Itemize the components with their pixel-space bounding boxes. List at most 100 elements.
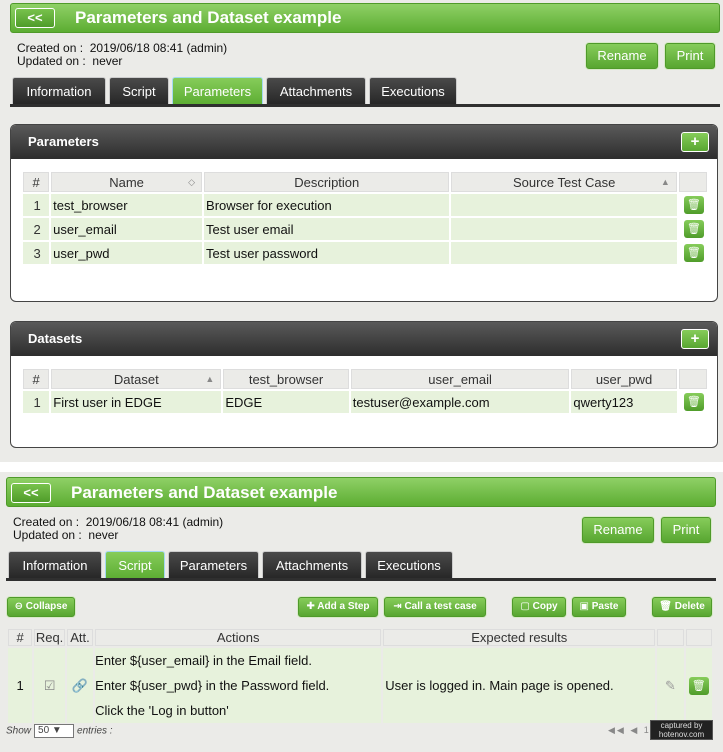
param-name[interactable]: test_browser — [51, 194, 203, 216]
delete-icon[interactable]: 🗑 — [688, 676, 709, 695]
step-actions[interactable]: Enter ${user_email} in the Email field. … — [95, 648, 382, 723]
datasets-table: # Dataset ▲ test_browser user_email user_… — [21, 367, 709, 415]
dataset-user-pwd[interactable]: qwerty123 — [571, 391, 677, 413]
param-description[interactable]: Browser for execution — [204, 194, 450, 216]
add-dataset-button[interactable]: + — [681, 329, 709, 349]
updated-label: Updated on : — [17, 54, 86, 68]
param-description[interactable]: Test user password — [204, 242, 450, 264]
back-button[interactable]: << — [11, 483, 51, 503]
edit-icon[interactable]: ✎ — [657, 648, 684, 723]
col-actions: Actions — [95, 629, 382, 646]
tab-information[interactable]: Information — [8, 551, 102, 579]
delete-label: Delete — [674, 601, 705, 612]
add-parameter-button[interactable]: + — [681, 132, 709, 152]
param-name[interactable]: user_email — [51, 218, 203, 240]
updated-info: Updated on : never — [13, 529, 118, 542]
pagination[interactable]: ◀◀ ◀ 1 — [608, 725, 651, 736]
table-row[interactable]: 3 user_pwd Test user password 🗑 — [23, 242, 707, 264]
table-row[interactable]: 1 First user in EDGE EDGE testuser@examp… — [23, 391, 707, 413]
print-button[interactable]: Print — [661, 517, 711, 543]
call-test-case-button[interactable]: ⇥ Call a test case — [384, 597, 486, 617]
paste-button[interactable]: ▣ Paste — [572, 597, 626, 617]
col-name[interactable]: Name ◇ — [51, 172, 203, 192]
page-title: Parameters and Dataset example — [71, 483, 338, 502]
paste-label: Paste — [591, 601, 619, 612]
tab-executions[interactable]: Executions — [365, 551, 453, 579]
col-num: # — [23, 172, 50, 192]
row-actions: 🗑 — [678, 194, 707, 216]
tab-attachments[interactable]: Attachments — [266, 77, 366, 105]
copy-icon: ▢ — [520, 601, 533, 612]
updated-info: Updated on : never — [17, 55, 122, 68]
col-source-label: Source Test Case — [512, 174, 616, 190]
parameters-title: Parameters — [28, 134, 99, 149]
col-req: Req. — [34, 629, 65, 646]
delete-button[interactable]: 🗑 Delete — [652, 597, 712, 617]
watermark: captured by hotenov.com — [650, 720, 713, 740]
collapse-icon: ⊖ — [14, 601, 26, 612]
col-description[interactable]: Description — [204, 172, 450, 192]
col-expected: Expected results — [383, 629, 656, 646]
col-source[interactable]: Source Test Case ▲ — [451, 172, 677, 192]
col-dataset[interactable]: Dataset ▲ — [51, 369, 222, 389]
entries-control: Show 50 ▼ entries : — [6, 724, 113, 738]
rename-button[interactable]: Rename — [582, 517, 654, 543]
tab-parameters[interactable]: Parameters — [168, 551, 259, 579]
print-button[interactable]: Print — [665, 43, 715, 69]
delete-icon[interactable]: 🗑 — [683, 244, 704, 262]
add-step-button[interactable]: ✚ Add a Step — [298, 597, 378, 617]
collapse-button[interactable]: ⊖ Collapse — [7, 597, 75, 617]
dataset-test-browser[interactable]: EDGE — [223, 391, 349, 413]
copy-button[interactable]: ▢ Copy — [512, 597, 566, 617]
tab-executions[interactable]: Executions — [369, 77, 457, 105]
tab-information[interactable]: Information — [12, 77, 106, 105]
rename-button[interactable]: Rename — [586, 43, 658, 69]
bottom-screenshot-pane: << Parameters and Dataset example Create… — [0, 472, 723, 752]
requirement-icon: ☑ — [34, 648, 65, 723]
trash-icon: 🗑 — [659, 601, 675, 612]
back-button[interactable]: << — [15, 8, 55, 28]
action-line: Enter ${user_email} in the Email field. — [95, 653, 312, 668]
dataset-name[interactable]: First user in EDGE — [51, 391, 222, 413]
col-user-pwd[interactable]: user_pwd — [571, 369, 677, 389]
add-step-label: Add a Step — [317, 601, 370, 612]
parameters-panel: Parameters + # Name ◇ Description Source … — [10, 124, 718, 302]
plus-icon: ✚ — [306, 601, 318, 612]
table-row[interactable]: 1 test_browser Browser for execution 🗑 — [23, 194, 707, 216]
entries-select[interactable]: 50 ▼ — [34, 724, 75, 738]
col-dataset-label: Dataset — [113, 371, 159, 387]
row-num: 1 — [23, 194, 50, 216]
copy-label: Copy — [532, 601, 558, 612]
param-description[interactable]: Test user email — [204, 218, 450, 240]
param-name[interactable]: user_pwd — [51, 242, 203, 264]
datasets-panel-header: Datasets + — [11, 322, 717, 356]
tab-script[interactable]: Script — [105, 551, 165, 579]
col-test-browser[interactable]: test_browser — [223, 369, 349, 389]
action-line: Enter ${user_pwd} in the Password field. — [95, 678, 330, 693]
parameters-table: # Name ◇ Description Source Test Case ▲ 1 … — [21, 170, 709, 266]
title-bar: << Parameters and Dataset example — [6, 477, 716, 507]
tab-parameters[interactable]: Parameters — [172, 77, 263, 105]
delete-icon[interactable]: 🗑 — [683, 196, 704, 214]
row-num: 2 — [23, 218, 50, 240]
row-actions: 🗑 — [678, 242, 707, 264]
title-bar: << Parameters and Dataset example — [10, 3, 720, 33]
col-user-email[interactable]: user_email — [350, 369, 570, 389]
updated-value: never — [88, 528, 119, 542]
delete-icon[interactable]: 🗑 — [683, 393, 704, 411]
created-value: 2019/06/18 08:41 (admin) — [85, 515, 224, 529]
updated-label: Updated on : — [13, 528, 82, 542]
created-value: 2019/06/18 08:41 (admin) — [89, 41, 228, 55]
param-source — [451, 242, 677, 264]
tab-script[interactable]: Script — [109, 77, 169, 105]
delete-icon[interactable]: 🗑 — [683, 220, 704, 238]
table-row[interactable]: 1 ☑ 🔗 Enter ${user_email} in the Email f… — [8, 648, 712, 723]
step-expected[interactable]: User is logged in. Main page is opened. — [383, 648, 656, 723]
col-num: # — [8, 629, 33, 646]
entries-value: 50 — [38, 725, 50, 736]
table-row[interactable]: 2 user_email Test user email 🗑 — [23, 218, 707, 240]
dataset-user-email[interactable]: testuser@example.com — [350, 391, 570, 413]
col-att: Att. — [66, 629, 94, 646]
tab-attachments[interactable]: Attachments — [262, 551, 362, 579]
col-name-label: Name — [109, 174, 144, 190]
